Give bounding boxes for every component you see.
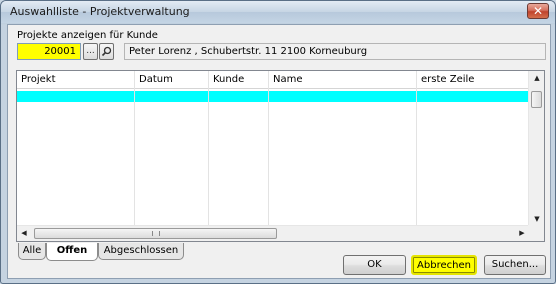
search-kunde-button[interactable]: [99, 43, 114, 60]
window-title: Auswahlliste - Projektverwaltung: [10, 5, 190, 18]
grip-icon: [151, 231, 160, 236]
close-icon: ✕: [532, 4, 544, 18]
column-divider: [268, 89, 269, 226]
browse-kunde-button[interactable]: ...: [83, 43, 98, 60]
column-divider: [208, 89, 209, 226]
horizontal-scrollbar[interactable]: ◀ ▶: [17, 225, 529, 241]
horizontal-scroll-thumb[interactable]: [34, 228, 277, 239]
selected-row[interactable]: [17, 91, 529, 102]
column-divider: [134, 89, 135, 226]
tab-offen[interactable]: Offen: [46, 243, 98, 261]
tab-alle[interactable]: Alle: [18, 243, 46, 260]
column-header-erste-zeile[interactable]: erste Zeile: [417, 71, 529, 89]
column-header-kunde[interactable]: Kunde: [209, 71, 269, 89]
cancel-button[interactable]: Abbrechen: [411, 255, 477, 275]
vertical-scrollbar[interactable]: ▲ ▼: [528, 71, 544, 226]
column-header-name[interactable]: Name: [269, 71, 417, 89]
grid-header: Projekt Datum Kunde Name erste Zeile: [17, 71, 529, 89]
column-divider: [416, 89, 417, 226]
magnifier-icon: [101, 46, 112, 57]
column-header-projekt[interactable]: Projekt: [17, 71, 135, 89]
scroll-down-icon[interactable]: ▼: [529, 212, 545, 226]
scroll-left-icon[interactable]: ◀: [17, 226, 31, 241]
scrollbar-corner: [528, 225, 544, 241]
title-bar[interactable]: Auswahlliste - Projektverwaltung ✕: [1, 1, 555, 23]
tab-abgeschlossen[interactable]: Abgeschlossen: [98, 243, 184, 260]
kunde-filter-label: Projekte anzeigen für Kunde: [17, 30, 158, 41]
scroll-up-icon[interactable]: ▲: [529, 71, 545, 85]
scroll-right-icon[interactable]: ▶: [515, 226, 529, 241]
grid-body: [17, 89, 529, 226]
project-list[interactable]: Projekt Datum Kunde Name erste Zeile ▲ ▼…: [16, 70, 545, 242]
column-header-datum[interactable]: Datum: [135, 71, 209, 89]
dialog-body: Projekte anzeigen für Kunde 20001 ... Pe…: [7, 24, 551, 279]
status-tabs: Alle Offen Abgeschlossen: [16, 243, 276, 261]
close-button[interactable]: ✕: [527, 3, 549, 19]
ok-button[interactable]: OK: [343, 255, 406, 275]
kunde-info-display: Peter Lorenz , Schubertstr. 11 2100 Korn…: [124, 43, 546, 60]
kunde-number-input[interactable]: 20001: [17, 43, 81, 60]
dialog-window: Auswahlliste - Projektverwaltung ✕ Proje…: [0, 0, 556, 284]
search-button[interactable]: Suchen...: [484, 255, 546, 275]
vertical-scroll-thumb[interactable]: [531, 91, 542, 108]
